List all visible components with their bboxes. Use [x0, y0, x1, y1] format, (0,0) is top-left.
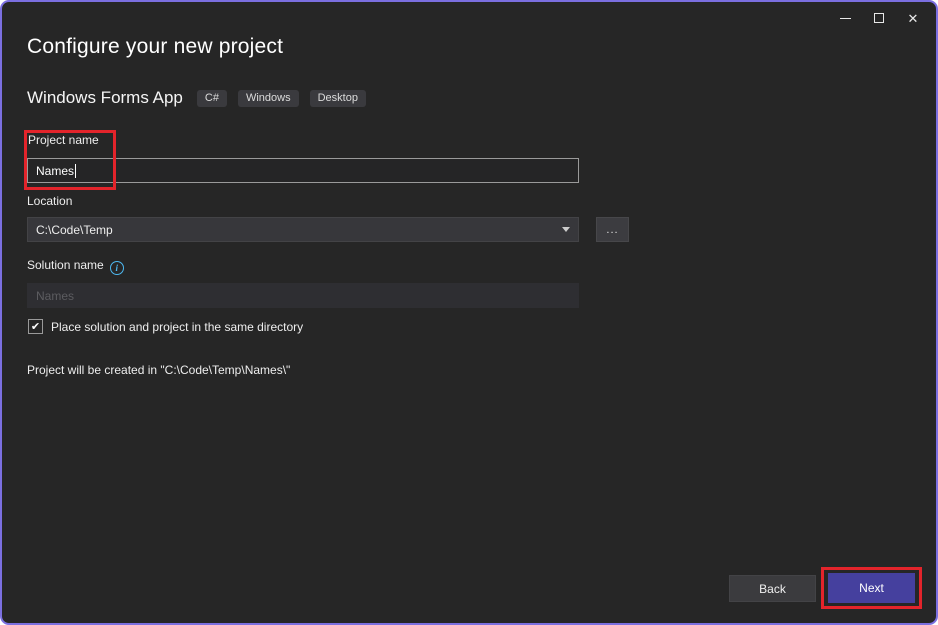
project-name-input[interactable]: Names [27, 158, 579, 183]
solution-name-label: Solution name i [27, 258, 124, 275]
solution-name-label-text: Solution name [27, 258, 104, 272]
page-title: Configure your new project [27, 35, 283, 59]
template-tags: C# Windows Desktop [197, 90, 366, 107]
tag-language: C# [197, 90, 227, 107]
template-row: Windows Forms App C# Windows Desktop [27, 88, 366, 108]
configure-project-dialog: ✕ Configure your new project Windows For… [0, 0, 938, 625]
same-directory-label: Place solution and project in the same d… [51, 320, 303, 334]
created-in-text: Project will be created in "C:\Code\Temp… [27, 363, 290, 377]
minimize-button[interactable] [828, 6, 862, 30]
solution-name-input: Names [27, 283, 579, 308]
maximize-icon [874, 13, 884, 23]
location-label: Location [27, 194, 72, 208]
template-name: Windows Forms App [27, 88, 183, 108]
browse-button[interactable]: ... [596, 217, 629, 242]
same-directory-checkbox[interactable]: ✔ [28, 319, 43, 334]
tag-platform: Windows [238, 90, 299, 107]
close-icon: ✕ [908, 12, 919, 25]
window-controls: ✕ [828, 6, 930, 30]
location-dropdown[interactable]: C:\Code\Temp [27, 217, 579, 242]
project-name-label: Project name [28, 133, 99, 147]
project-name-value: Names [36, 164, 74, 178]
info-icon[interactable]: i [110, 261, 124, 275]
next-button[interactable]: Next [828, 573, 915, 603]
maximize-button[interactable] [862, 6, 896, 30]
tag-type: Desktop [310, 90, 366, 107]
solution-name-placeholder: Names [36, 289, 74, 303]
back-button[interactable]: Back [729, 575, 816, 602]
close-button[interactable]: ✕ [896, 6, 930, 30]
minimize-icon [840, 18, 851, 19]
chevron-down-icon [562, 227, 570, 232]
text-caret [75, 164, 76, 178]
ellipsis-icon: ... [606, 224, 618, 236]
location-value: C:\Code\Temp [36, 223, 113, 237]
same-directory-row: ✔ Place solution and project in the same… [28, 319, 303, 334]
check-icon: ✔ [31, 320, 40, 333]
